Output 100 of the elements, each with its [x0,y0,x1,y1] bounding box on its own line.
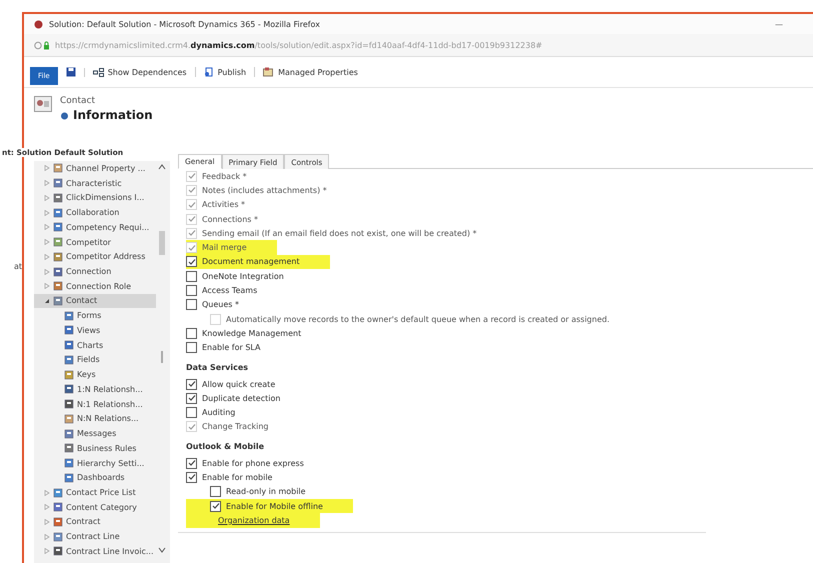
checkbox-label: Document management [202,257,300,266]
checkbox[interactable] [186,299,197,310]
checkbox-label: Allow quick create [202,380,276,388]
checkbox[interactable] [186,378,197,390]
checkbox-label: Activities * [202,200,246,210]
entity-icon [64,458,74,468]
entity-icon [53,488,63,498]
checkbox[interactable] [186,472,197,483]
checkbox-label: Automatically move records to the owner's default queue when a record is created or assigned. [226,314,610,324]
tree-item[interactable]: Channel Property ... [34,161,156,176]
checkbox-label: Access Teams [202,286,258,296]
tree-item[interactable]: Hierarchy Setti... [34,456,170,470]
tree-item[interactable]: N:1 Relationsh... [34,396,170,412]
tree-item[interactable]: Views [34,323,170,338]
browser-icon [34,20,43,28]
entity-name: Contact [60,96,96,106]
entity-icon [64,443,74,454]
tree-item[interactable]: Forms [34,308,170,324]
checkbox[interactable] [210,486,221,498]
expand-triangle-icon[interactable] [44,180,50,186]
checkbox-label: Auditing [202,408,236,418]
checkbox-label: Sending email (If an email field does not exist, one will be created) * [202,228,477,238]
expand-triangle-icon[interactable] [44,534,50,540]
entity-icon [53,252,63,262]
entity-icon [53,266,63,276]
checkbox-label: Connections * [202,214,258,224]
toolbar-button[interactable]: Show Dependences [84,68,187,76]
checkbox-label: Feedback * [202,172,247,181]
toolbar-button[interactable]: Publish [194,67,246,77]
tree-item[interactable]: Characteristic [34,176,156,190]
checkbox[interactable] [186,407,197,418]
entity-icon [64,428,74,439]
expand-triangle-icon[interactable] [44,268,50,274]
tree-item[interactable]: Contract [34,514,156,530]
checkbox[interactable] [186,285,197,296]
entity-icon [53,281,63,292]
checkbox-label: Duplicate detection [202,394,280,403]
entity-icon [64,399,74,410]
toolbar-button[interactable]: Managed Properties [254,67,358,77]
minimize-button[interactable]: — [775,20,783,28]
tree-item[interactable]: Competitor Address [34,249,156,264]
entity-icon [53,163,63,174]
expand-triangle-icon[interactable] [44,254,50,260]
tree-item[interactable]: Connection [34,264,156,279]
checkbox[interactable] [186,328,197,339]
contact-card-icon [34,96,52,112]
tree-item[interactable]: Fields [34,352,170,368]
tree-item[interactable]: Contact Price List [34,485,156,500]
expand-triangle-icon[interactable] [44,194,50,201]
tree-item[interactable]: Competency Requi... [34,220,156,235]
tree-item[interactable]: Messages [34,426,170,441]
entity-icon [53,192,63,203]
entity-icon [53,237,63,248]
collapse-triangle-icon[interactable] [44,298,50,304]
expand-triangle-icon[interactable] [44,239,50,246]
cut-off-text: at [14,262,22,271]
tree-item[interactable]: Charts [34,338,170,353]
page-title: Information [73,108,153,122]
checkbox-label: Enable for phone express [202,458,304,468]
entity-icon [53,178,63,188]
window-title: Solution: Default Solution - Microsoft Dynamics 365 - Mozilla Firefox [49,20,321,28]
tree-item[interactable]: Content Category [34,500,156,515]
entity-icon [53,546,63,556]
tree-item[interactable]: Collaboration [34,205,156,220]
expand-triangle-icon[interactable] [44,283,50,290]
checkbox-label: OneNote Integration [202,272,284,281]
checkbox[interactable] [186,342,197,354]
entity-icon [53,532,63,542]
checkbox[interactable] [186,270,197,282]
entity-icon [64,414,74,424]
expand-triangle-icon[interactable] [44,490,50,496]
entity-icon [64,370,74,380]
tree-item[interactable]: Dashboards [34,470,170,486]
expand-triangle-icon[interactable] [44,518,50,525]
tree-item[interactable]: ClickDimensions I... [34,190,156,206]
expand-triangle-icon[interactable] [44,224,50,230]
dependencies-icon [92,68,104,76]
save-icon[interactable] [66,67,76,77]
tree-item[interactable]: Keys [34,367,170,382]
checkbox[interactable] [186,392,197,404]
expand-triangle-icon[interactable] [44,504,50,510]
checkbox[interactable] [186,256,197,268]
info-icon [60,110,69,120]
entity-icon [64,325,74,336]
entity-icon [64,340,74,350]
checkbox-label: Knowledge Management [202,328,302,338]
checkbox[interactable] [186,458,197,469]
tree-item[interactable]: Business Rules [34,440,170,456]
tree-item[interactable]: Competitor [34,234,156,250]
checkbox[interactable] [210,500,221,512]
tree-item[interactable]: Contact [34,294,156,308]
tree-item[interactable]: 1:N Relationsh... [34,382,170,397]
entity-icon [64,472,74,483]
tree-item[interactable]: Contract Line Invoic... [34,544,156,559]
expand-triangle-icon[interactable] [44,165,50,172]
tree-item[interactable]: Connection Role [34,278,156,294]
tree-item[interactable]: Contract Line [34,529,156,544]
expand-triangle-icon[interactable] [44,210,50,216]
expand-triangle-icon[interactable] [44,548,50,554]
tree-item[interactable]: N:N Relations... [34,411,170,426]
